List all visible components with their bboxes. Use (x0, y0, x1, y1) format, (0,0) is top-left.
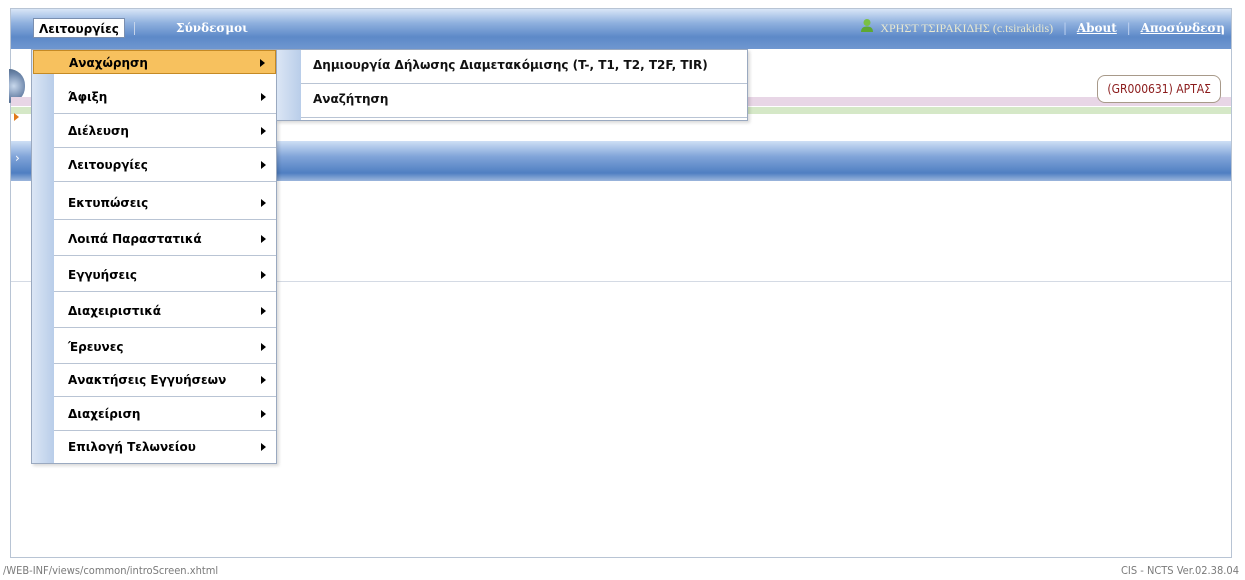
chevron-right-icon (261, 271, 266, 279)
chevron-right-icon (261, 343, 266, 351)
menubar-separator (134, 22, 135, 35)
chevron-right-icon (261, 127, 266, 135)
menu-item-functions[interactable]: Λειτουργίες (54, 148, 276, 182)
menu-item-label: Εκτυπώσεις (68, 196, 149, 210)
chevron-right-icon (261, 307, 266, 315)
chevron-right-icon (261, 410, 266, 418)
menu-item-enquiries[interactable]: Έρευνες (54, 330, 276, 364)
menu-links[interactable]: Σύνδεσμοι (171, 18, 253, 38)
menu-item-label: Έρευνες (68, 340, 124, 354)
departure-submenu: Δημιουργία Δήλωσης Διαμετακόμισης (T-, T… (276, 49, 748, 121)
chevron-right-icon: › (15, 151, 20, 165)
menu-item-arrival[interactable]: Άφιξη (54, 80, 276, 114)
chevron-right-icon (261, 161, 266, 169)
breadcrumb-arrow-icon (14, 113, 19, 121)
menu-functions[interactable]: Λειτουργίες (33, 18, 125, 38)
separator: | (1126, 21, 1131, 35)
menu-item-label: Διαχείριση (68, 407, 141, 421)
top-menubar: Λειτουργίες Σύνδεσμοι ΧΡΗΣΤ ΤΣΙΡΑΚΙΔΗΣ (… (11, 9, 1231, 49)
menu-icon-stripe (32, 50, 54, 463)
footer-path: /WEB-INF/views/common/introScreen.xhtml (3, 564, 219, 577)
chevron-right-icon (261, 376, 266, 384)
submenu-item-label: Αναζήτηση (313, 92, 389, 106)
menu-item-select-office[interactable]: Επιλογή Τελωνείου (54, 430, 276, 464)
user-name: ΧΡΗΣΤ ΤΣΙΡΑΚΙΔΗΣ (c.tsirakidis) (880, 21, 1054, 35)
user-area: ΧΡΗΣΤ ΤΣΙΡΑΚΙΔΗΣ (c.tsirakidis) | About … (860, 18, 1225, 38)
menu-item-label: Λοιπά Παραστατικά (68, 232, 202, 246)
submenu-item-create-declaration[interactable]: Δημιουργία Δήλωσης Διαμετακόμισης (T-, T… (301, 50, 747, 84)
about-link[interactable]: About (1077, 21, 1117, 35)
submenu-icon-stripe (277, 50, 301, 120)
menu-item-label: Επιλογή Τελωνείου (68, 440, 196, 454)
functions-dropdown: Αναχώρηση Άφιξη Διέλευση Λειτουργίες Εκτ… (31, 49, 277, 464)
separator: | (1062, 21, 1068, 35)
menu-item-label: Διέλευση (68, 124, 129, 138)
menu-item-label: Διαχειριστικά (68, 304, 162, 318)
logout-link[interactable]: Αποσύνδεση (1141, 21, 1225, 35)
chevron-right-icon (261, 199, 266, 207)
chevron-right-icon (260, 59, 265, 67)
menu-item-label: Ανακτήσεις Εγγυήσεων (68, 373, 227, 387)
chevron-right-icon (261, 443, 266, 451)
menu-item-management[interactable]: Διαχείριση (54, 397, 276, 431)
menu-item-administrative[interactable]: Διαχειριστικά (54, 294, 276, 328)
footer-version: CIS - NCTS Ver.02.38.04 (1120, 564, 1239, 577)
menu-item-prints[interactable]: Εκτυπώσεις (54, 186, 276, 220)
submenu-item-search[interactable]: Αναζήτηση (301, 84, 747, 118)
menu-item-label: Εγγυήσεις (68, 268, 138, 282)
menu-item-label: Λειτουργίες (68, 158, 148, 172)
user-icon (860, 18, 874, 39)
chevron-right-icon (261, 235, 266, 243)
menu-item-transit[interactable]: Διέλευση (54, 114, 276, 148)
menu-item-label: Αναχώρηση (69, 56, 148, 70)
customs-office-badge: (GR000631) ΑΡΤΑΣ (1097, 75, 1221, 103)
menu-item-guarantee-recoveries[interactable]: Ανακτήσεις Εγγυήσεων (54, 363, 276, 397)
submenu-item-label: Δημιουργία Δήλωσης Διαμετακόμισης (T-, T… (313, 58, 708, 72)
menu-item-guarantees[interactable]: Εγγυήσεις (54, 258, 276, 292)
menu-item-other-documents[interactable]: Λοιπά Παραστατικά (54, 222, 276, 256)
chevron-right-icon (261, 93, 266, 101)
menu-item-departure[interactable]: Αναχώρηση (33, 50, 276, 74)
menu-item-label: Άφιξη (68, 90, 108, 104)
